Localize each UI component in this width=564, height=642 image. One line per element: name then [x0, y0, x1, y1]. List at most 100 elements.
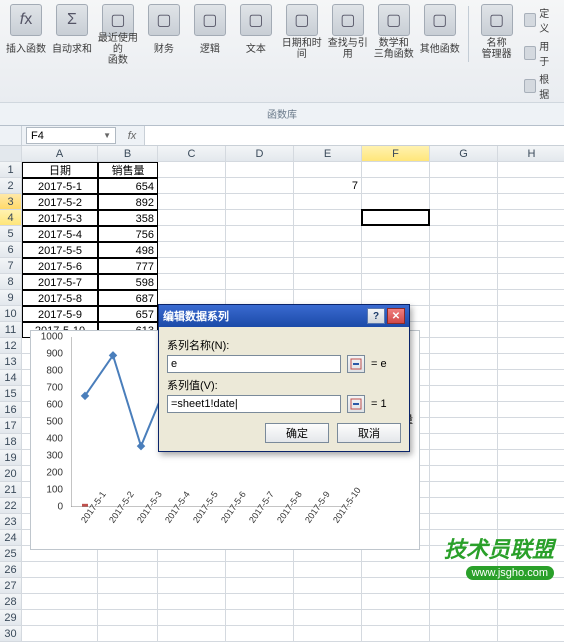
- cell[interactable]: [430, 306, 498, 322]
- column-header[interactable]: E: [294, 146, 362, 162]
- row-header[interactable]: 2: [0, 178, 22, 194]
- cell[interactable]: 2017-5-9: [22, 306, 98, 322]
- cell[interactable]: [430, 402, 498, 418]
- cell[interactable]: [226, 626, 294, 642]
- cell[interactable]: [158, 562, 226, 578]
- cell[interactable]: [362, 578, 430, 594]
- cell[interactable]: [158, 274, 226, 290]
- column-header[interactable]: A: [22, 146, 98, 162]
- ribbon-button[interactable]: ▢逻辑: [188, 2, 232, 62]
- cell[interactable]: 654: [98, 178, 158, 194]
- cell[interactable]: [226, 194, 294, 210]
- row-header[interactable]: 5: [0, 226, 22, 242]
- cell[interactable]: [98, 626, 158, 642]
- ribbon-button[interactable]: ▢最近使用的函数: [96, 2, 140, 62]
- row-header[interactable]: 30: [0, 626, 22, 642]
- cell[interactable]: [362, 626, 430, 642]
- row-header[interactable]: 29: [0, 610, 22, 626]
- cell[interactable]: [22, 578, 98, 594]
- cell[interactable]: 687: [98, 290, 158, 306]
- series-values-input[interactable]: =sheet1!date|: [167, 395, 341, 413]
- row-header[interactable]: 26: [0, 562, 22, 578]
- row-header[interactable]: 24: [0, 530, 22, 546]
- cell[interactable]: [158, 594, 226, 610]
- cell[interactable]: [498, 466, 564, 482]
- cell[interactable]: [362, 562, 430, 578]
- cell[interactable]: [430, 338, 498, 354]
- cell[interactable]: [158, 210, 226, 226]
- cell[interactable]: [498, 306, 564, 322]
- cell[interactable]: [498, 578, 564, 594]
- cell[interactable]: [98, 610, 158, 626]
- ribbon-button[interactable]: ▢日期和时间: [280, 2, 324, 62]
- help-button[interactable]: ?: [367, 308, 385, 324]
- cancel-button[interactable]: 取消: [337, 423, 401, 443]
- row-header[interactable]: 19: [0, 450, 22, 466]
- cell[interactable]: [430, 594, 498, 610]
- row-header[interactable]: 9: [0, 290, 22, 306]
- cell[interactable]: [294, 594, 362, 610]
- ribbon-small-item[interactable]: 根据: [521, 70, 560, 102]
- cell[interactable]: [430, 178, 498, 194]
- ribbon-button[interactable]: ▢其他函数: [418, 2, 462, 62]
- cell[interactable]: [294, 626, 362, 642]
- ok-button[interactable]: 确定: [265, 423, 329, 443]
- cell[interactable]: [158, 194, 226, 210]
- name-manager-button[interactable]: ▢名称管理器: [475, 2, 519, 62]
- cell[interactable]: [98, 578, 158, 594]
- select-all-corner[interactable]: [0, 146, 22, 162]
- row-header[interactable]: 3: [0, 194, 22, 210]
- column-header[interactable]: B: [98, 146, 158, 162]
- cell[interactable]: [498, 242, 564, 258]
- cell[interactable]: [22, 562, 98, 578]
- close-button[interactable]: ✕: [387, 308, 405, 324]
- cell[interactable]: [430, 418, 498, 434]
- cell[interactable]: [498, 418, 564, 434]
- cell[interactable]: 358: [98, 210, 158, 226]
- cell[interactable]: [362, 210, 430, 226]
- cell[interactable]: [430, 450, 498, 466]
- cell[interactable]: 2017-5-2: [22, 194, 98, 210]
- cell[interactable]: [430, 210, 498, 226]
- cell[interactable]: [226, 610, 294, 626]
- cell[interactable]: [430, 162, 498, 178]
- cell[interactable]: [498, 402, 564, 418]
- row-header[interactable]: 20: [0, 466, 22, 482]
- cell[interactable]: 2017-5-3: [22, 210, 98, 226]
- column-header[interactable]: D: [226, 146, 294, 162]
- column-header[interactable]: G: [430, 146, 498, 162]
- cell[interactable]: [430, 274, 498, 290]
- cell[interactable]: [226, 562, 294, 578]
- cell[interactable]: [226, 258, 294, 274]
- cell[interactable]: [294, 610, 362, 626]
- cell[interactable]: [498, 338, 564, 354]
- row-header[interactable]: 11: [0, 322, 22, 338]
- cell[interactable]: [498, 594, 564, 610]
- cell[interactable]: 777: [98, 258, 158, 274]
- cell[interactable]: [430, 498, 498, 514]
- row-header[interactable]: 23: [0, 514, 22, 530]
- cell[interactable]: [362, 610, 430, 626]
- cell[interactable]: [362, 226, 430, 242]
- cell[interactable]: [498, 498, 564, 514]
- ribbon-button[interactable]: ▢数学和三角函数: [372, 2, 416, 62]
- cell[interactable]: [430, 466, 498, 482]
- cell[interactable]: [430, 194, 498, 210]
- cell[interactable]: [226, 210, 294, 226]
- row-header[interactable]: 14: [0, 370, 22, 386]
- cell[interactable]: [498, 610, 564, 626]
- cell[interactable]: [430, 626, 498, 642]
- fx-icon[interactable]: fx: [120, 126, 144, 145]
- column-header[interactable]: H: [498, 146, 564, 162]
- cell[interactable]: [498, 434, 564, 450]
- cell[interactable]: [294, 210, 362, 226]
- cell[interactable]: [498, 354, 564, 370]
- cell[interactable]: [430, 370, 498, 386]
- cell[interactable]: [362, 178, 430, 194]
- cell[interactable]: 2017-5-4: [22, 226, 98, 242]
- cell[interactable]: [294, 226, 362, 242]
- cell[interactable]: 2017-5-5: [22, 242, 98, 258]
- row-header[interactable]: 27: [0, 578, 22, 594]
- formula-bar[interactable]: [144, 126, 564, 145]
- cell[interactable]: 2017-5-8: [22, 290, 98, 306]
